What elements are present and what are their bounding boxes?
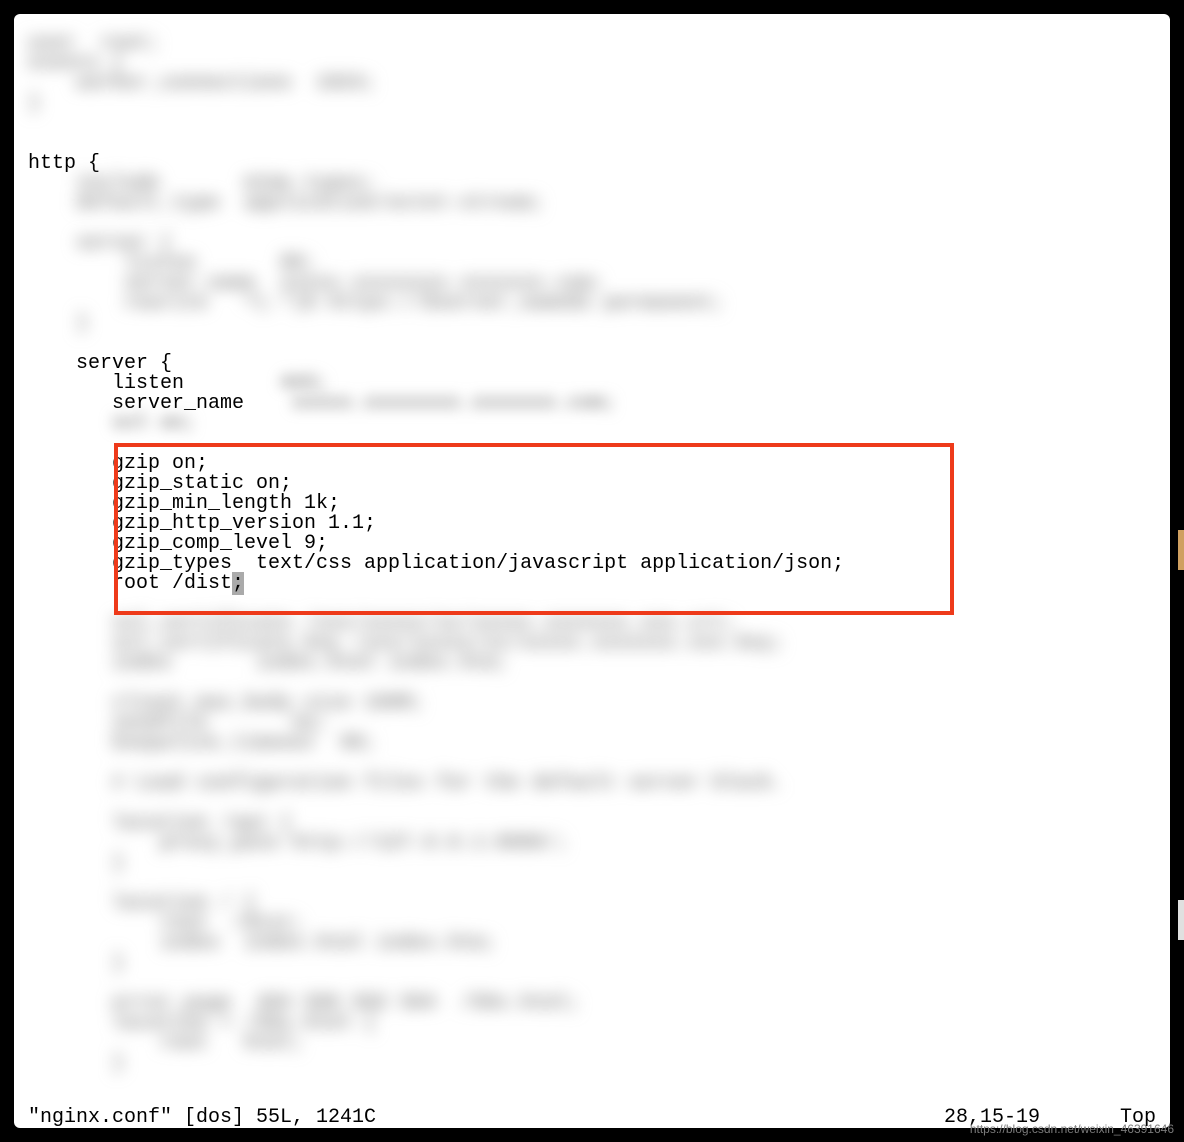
http-open: http { [28, 154, 1156, 174]
watermark: https://blog.csdn.net/weixin_46391646 [970, 1122, 1174, 1136]
blurred-top: user root; events { worker_connections 1… [28, 34, 1156, 114]
ssl-line-blur: ssl on; [28, 414, 1156, 434]
blank-line [28, 134, 1156, 154]
gzip-comp-level: gzip_comp_level 9; [28, 534, 1156, 554]
blank-line [28, 114, 1156, 134]
gzip-static: gzip_static on; [28, 474, 1156, 494]
blurred-http-2: server { listen 80; server_name xxxxx.xx… [28, 234, 1156, 334]
blurred-bottom: ssl_certificate /xxx/xxxxx/xx/xxxxx.xxxx… [28, 614, 1156, 1074]
edge-decoration [1178, 900, 1184, 940]
root-directive: root /dist [28, 572, 232, 595]
blank-line [28, 334, 1156, 354]
gzip-http-version: gzip_http_version 1.1; [28, 514, 1156, 534]
blank-line [28, 434, 1156, 454]
listen-line: listen 443; [28, 374, 1156, 394]
server-name-value-blur: xxxxx.xxxxxxxx.xxxxxxx.com; [244, 394, 616, 414]
listen-value-blur: 443; [184, 374, 328, 394]
server-name-line: server_name xxxxx.xxxxxxxx.xxxxxxx.com; [28, 394, 1156, 414]
editor-window: user root; events { worker_connections 1… [14, 14, 1170, 1128]
server-open: server { [28, 354, 1156, 374]
blurred-http-1: include mime.types; default_type applica… [28, 174, 1156, 214]
blank-line [28, 214, 1156, 234]
root-line: root /dist; [28, 574, 1156, 594]
gzip-types: gzip_types text/css application/javascri… [28, 554, 1156, 574]
status-filename: "nginx.conf" [dos] 55L, 1241C [28, 1108, 376, 1128]
edge-decoration [1178, 530, 1184, 570]
blank-line [28, 594, 1156, 614]
gzip-min-length: gzip_min_length 1k; [28, 494, 1156, 514]
ssl-blur: ssl on; [28, 414, 196, 434]
cursor-icon: ; [232, 572, 244, 595]
gzip-on: gzip on; [28, 454, 1156, 474]
